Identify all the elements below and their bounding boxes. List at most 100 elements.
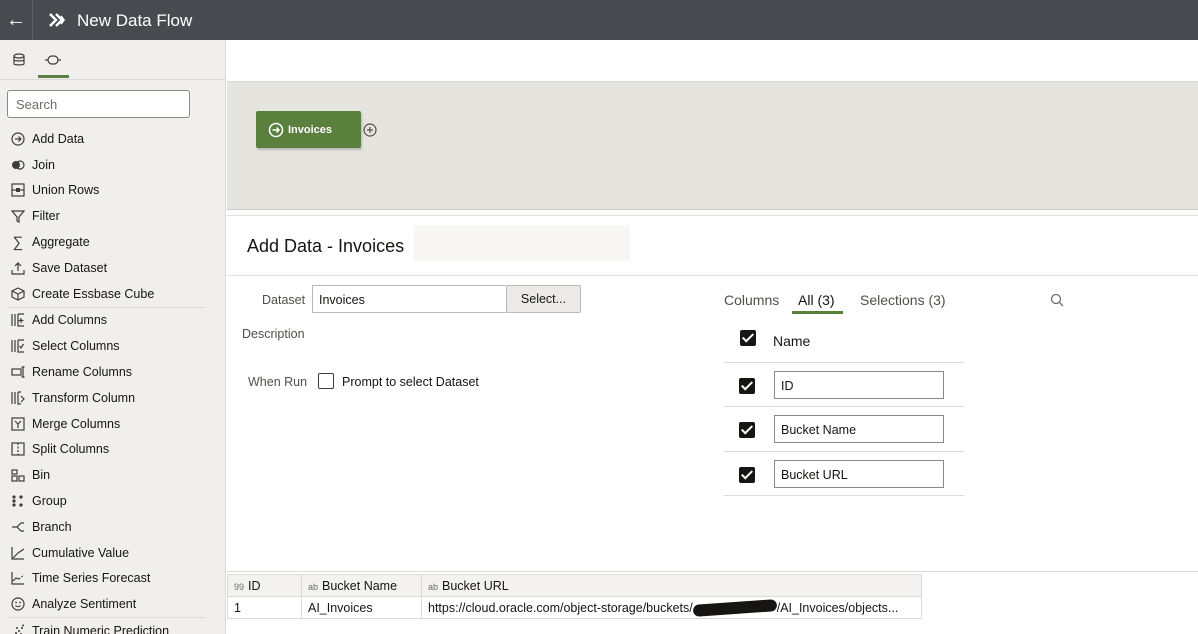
sigma-icon: ∑: [12, 233, 24, 251]
sidebar-item-label: Filter: [32, 209, 60, 224]
table-row: 1 AI_Invoices https://cloud.oracle.com/o…: [227, 596, 922, 619]
sidebar-item-label: Analyze Sentiment: [32, 597, 137, 612]
flow-node-label: Invoices: [288, 123, 333, 136]
column-header-bucket-name[interactable]: ab Bucket Name: [301, 574, 422, 597]
sidebar-item-train-numeric-prediction[interactable]: Train Numeric Prediction: [0, 618, 226, 634]
tab-steps[interactable]: [38, 50, 69, 78]
column-header-id[interactable]: 99 ID: [227, 574, 302, 597]
column-header-label: ID: [248, 578, 261, 593]
smiley-icon: [10, 596, 26, 612]
sidebar-item-label: Train Numeric Prediction: [32, 624, 170, 634]
sidebar-item-create-essbase-cube[interactable]: Create Essbase Cube: [0, 281, 226, 307]
app-header: ← New Data Flow: [0, 0, 1198, 40]
add-step-button[interactable]: [362, 122, 377, 137]
add-columns-icon: [10, 312, 26, 328]
panel-divider: [227, 275, 1198, 276]
column-header-bucket-url[interactable]: ab Bucket URL: [421, 574, 922, 597]
sidebar-item-label: Save Dataset: [32, 260, 108, 275]
tab-selections[interactable]: Selections (3): [860, 292, 946, 308]
upload-icon: [10, 260, 26, 276]
sidebar-item-cumulative-value[interactable]: Cumulative Value: [0, 540, 226, 566]
sidebar-item-label: Bin: [32, 468, 51, 483]
row-divider: [724, 495, 964, 496]
back-button[interactable]: ←: [0, 0, 32, 40]
train-icon: [10, 623, 26, 634]
search-icon[interactable]: [1050, 293, 1064, 307]
text-type-icon: ab: [308, 581, 319, 592]
cell-bucket-name: AI_Invoices: [301, 596, 422, 619]
cumulative-icon: [10, 545, 26, 561]
sidebar-item-merge-columns[interactable]: Merge Columns: [0, 411, 226, 437]
tab-data[interactable]: [7, 50, 31, 70]
sidebar-item-group[interactable]: Group: [0, 488, 226, 514]
branch-icon: [10, 519, 26, 535]
prompt-checkbox[interactable]: [318, 373, 334, 389]
select-dataset-button[interactable]: Select...: [506, 285, 581, 313]
flow-canvas[interactable]: Invoices: [227, 82, 1198, 210]
sidebar-item-add-data[interactable]: Add Data: [0, 126, 226, 152]
sidebar-item-branch[interactable]: Branch: [0, 514, 226, 540]
arrow-left-icon: ←: [6, 8, 26, 31]
column-checkbox-bucket-name[interactable]: [739, 422, 755, 438]
cell-bucket-url: https://cloud.oracle.com/object-storage/…: [421, 596, 922, 619]
columns-label: Columns: [724, 292, 780, 308]
sidebar-item-label: Select Columns: [32, 339, 120, 354]
column-checkbox-bucket-url[interactable]: [739, 467, 755, 483]
sidebar-item-union-rows[interactable]: Union Rows: [0, 178, 226, 204]
cube-icon: [10, 286, 26, 302]
select-all-checkbox[interactable]: [740, 330, 756, 346]
step-title: Add Data - Invoices: [247, 236, 405, 256]
column-header-label: Bucket URL: [442, 578, 509, 593]
sidebar-item-aggregate[interactable]: ∑ Aggregate: [0, 229, 226, 255]
merge-columns-icon: [10, 416, 26, 432]
search-input[interactable]: [7, 90, 190, 118]
group-icon: [10, 493, 26, 509]
sidebar-item-analyze-sentiment[interactable]: Analyze Sentiment: [0, 591, 226, 617]
tab-all-columns[interactable]: All (3): [798, 292, 835, 308]
dataset-field[interactable]: Invoices: [312, 285, 506, 313]
steps-list: Add Data Join Union Rows Filter ∑ Aggreg…: [0, 126, 226, 634]
header-divider: [32, 0, 33, 40]
sidebar-item-label: Add Data: [32, 131, 85, 146]
double-chevron-icon: [49, 13, 65, 27]
column-name-field-bucket-name[interactable]: Bucket Name: [774, 415, 944, 443]
sidebar-item-bin[interactable]: Bin: [0, 462, 226, 488]
sidebar-item-label: Transform Column: [32, 390, 136, 405]
column-checkbox-id[interactable]: [739, 378, 755, 394]
sidebar-item-transform-column[interactable]: Transform Column: [0, 385, 226, 411]
sidebar-item-rename-columns[interactable]: Rename Columns: [0, 359, 226, 385]
column-header-label: Bucket Name: [322, 578, 398, 593]
sidebar-tabs: [0, 40, 226, 80]
select-columns-icon: [10, 338, 26, 354]
transform-column-icon: [10, 390, 26, 406]
sidebar-item-filter[interactable]: Filter: [0, 203, 226, 229]
flow-node-invoices[interactable]: Invoices: [256, 111, 361, 148]
sidebar-item-label: Rename Columns: [32, 365, 133, 380]
sidebar-item-save-dataset[interactable]: Save Dataset: [0, 255, 226, 281]
url-prefix: https://cloud.oracle.com/object-storage/…: [428, 600, 693, 615]
description-label: Description: [242, 327, 305, 341]
redaction-mark: [692, 599, 778, 618]
sidebar-item-add-columns[interactable]: Add Columns: [0, 308, 226, 334]
node-icon: [45, 55, 61, 65]
sidebar-item-join[interactable]: Join: [0, 152, 226, 178]
active-tab-indicator: [792, 311, 843, 314]
sidebar-item-split-columns[interactable]: Split Columns: [0, 437, 226, 463]
prompt-label: Prompt to select Dataset: [342, 375, 479, 389]
add-data-icon: [10, 131, 26, 147]
row-divider: [724, 406, 964, 407]
sidebar-item-select-columns[interactable]: Select Columns: [0, 333, 226, 359]
column-name-field-id[interactable]: ID: [774, 371, 944, 399]
sidebar-item-label: Join: [32, 157, 55, 172]
text-type-icon: ab: [428, 581, 439, 592]
sidebar-item-label: Add Columns: [32, 313, 108, 328]
page-title: New Data Flow: [77, 11, 193, 30]
column-name-field-bucket-url[interactable]: Bucket URL: [774, 460, 944, 488]
cell-id: 1: [227, 596, 302, 619]
sidebar-item-label: Split Columns: [32, 442, 110, 457]
database-icon: [13, 53, 25, 66]
sidebar-item-label: Create Essbase Cube: [32, 286, 155, 301]
filter-icon: [10, 208, 26, 224]
sidebar-item-label: Cumulative Value: [32, 545, 130, 560]
sidebar-item-time-series-forecast[interactable]: Time Series Forecast: [0, 566, 226, 592]
